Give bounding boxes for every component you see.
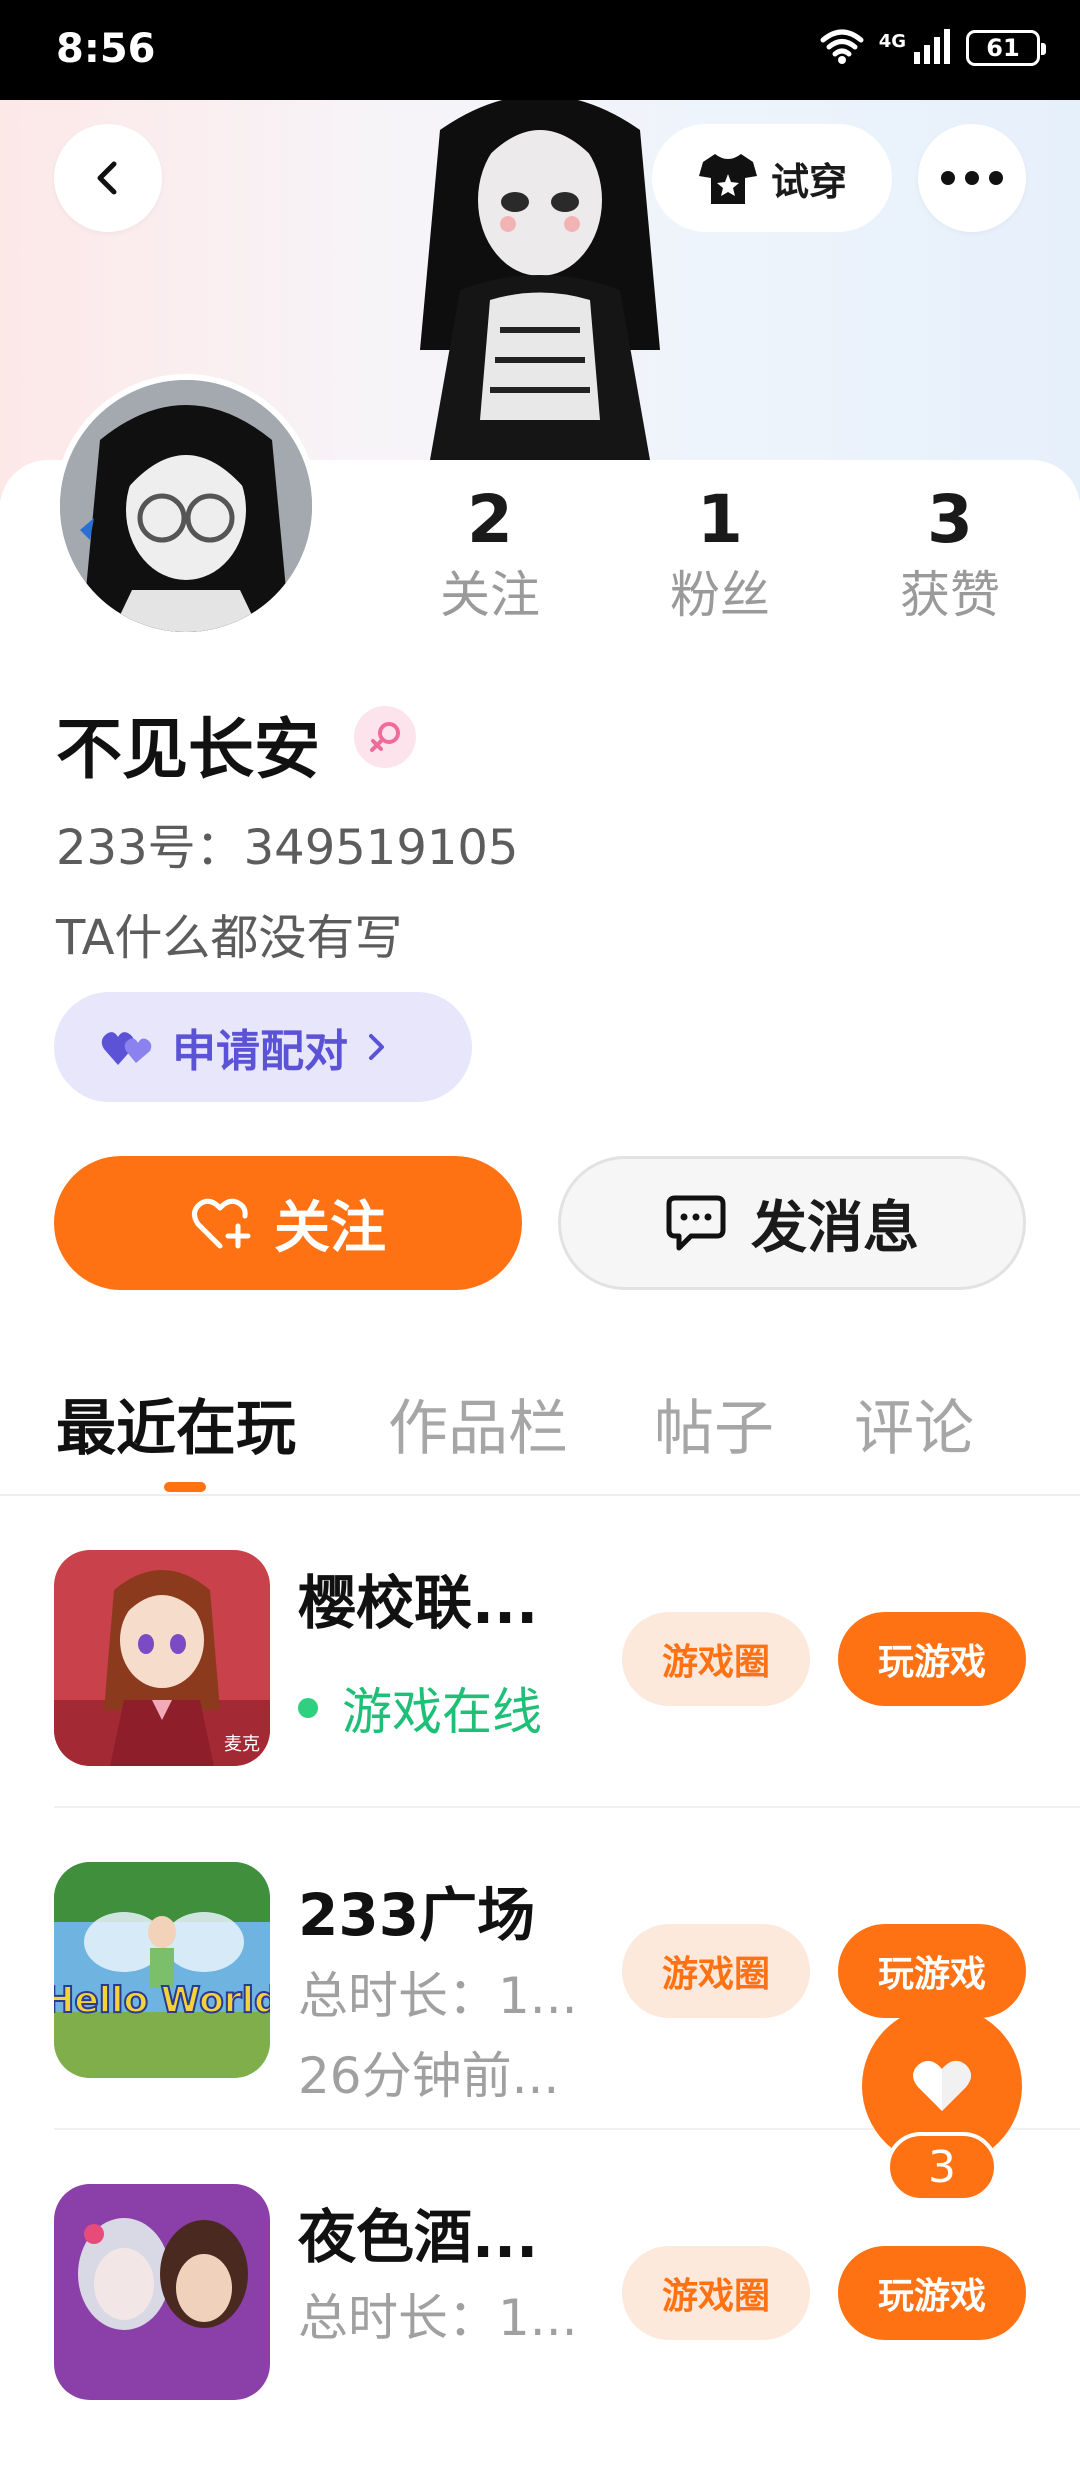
stat-value: 1 [697,481,743,558]
play-duration: 总时长：1... [298,2289,578,2347]
tab-works[interactable]: 作品栏 [388,1380,568,1467]
stat-label: 关注 [440,566,540,624]
battery-icon: 61 [966,30,1046,66]
send-message-button[interactable]: 发消息 [558,1156,1026,1290]
last-played: 26分钟前... [298,2047,560,2105]
game-title: 233广场 [298,1881,536,1949]
game-icon: 麦克 [54,1550,270,1766]
stat-label: 粉丝 [670,566,770,624]
online-status: 游戏在线 [298,1672,542,1744]
request-pair-label: 申请配对 [172,1026,348,1077]
game-title: 夜色酒... [298,2203,539,2271]
stat-label: 获赞 [900,566,1000,624]
list-item[interactable]: 麦克 樱校联... 游戏在线 游戏圈 玩游戏 [0,1550,1080,1850]
row-divider [54,1806,1080,1808]
try-on-button[interactable]: 试穿 [652,124,892,232]
chevron-left-icon [97,161,117,195]
online-status-text: 游戏在线 [342,1683,542,1741]
status-time: 8:56 [56,26,156,72]
tab-indicator [164,1482,206,1492]
avatar-3d-figure [420,100,660,460]
tab-recent[interactable]: 最近在玩 [56,1380,296,1467]
profile-bio: TA什么都没有写 [56,910,403,966]
female-gender-icon [354,706,416,768]
chat-bubble-icon [666,1195,726,1251]
status-bar: 8:56 4G 61 [0,0,1080,100]
try-on-label: 试穿 [770,159,847,204]
stat-following[interactable]: 2 关注 [390,480,590,630]
wifi-icon [819,28,865,68]
tab-comments[interactable]: 评论 [854,1380,974,1467]
tabs-divider [0,1494,1080,1496]
stat-value: 3 [927,481,973,558]
signal-icon [912,28,952,68]
play-game-button[interactable]: 玩游戏 [838,2246,1026,2340]
follow-button[interactable]: 关注 [54,1156,522,1290]
game-icon [54,2184,270,2400]
tab-posts[interactable]: 帖子 [654,1380,774,1467]
heart-plus-icon [192,1198,251,1249]
game-icon: Hello World [54,1862,270,2078]
network-type: 4G [878,30,906,52]
user-id: 233号：349519105 [56,820,519,876]
battery-level: 61 [986,34,1020,62]
game-icon-text: Hello World [54,1980,270,2021]
game-title: 樱校联... [298,1569,539,1637]
game-circle-button[interactable]: 游戏圈 [622,1612,810,1706]
avatar[interactable] [54,374,318,638]
system-icons: 4G 61 [819,28,1046,68]
back-button[interactable] [54,124,162,232]
play-duration: 总时长：1... [298,1967,578,2025]
online-dot-icon [298,1698,318,1718]
play-game-button[interactable]: 玩游戏 [838,1612,1026,1706]
list-item[interactable]: 夜色酒... 总时长：1... 游戏圈 玩游戏 [0,2184,1080,2484]
more-dots-icon [941,171,1003,185]
game-icon-text: 麦克 [224,1734,260,1755]
follow-label: 关注 [274,1195,386,1261]
profile-tabs: 最近在玩 作品栏 帖子 评论 [0,1380,1080,1490]
game-circle-button[interactable]: 游戏圈 [622,1924,810,2018]
double-heart-icon [101,1032,152,1065]
stat-likes[interactable]: 3 获赞 [850,480,1050,630]
stat-followers[interactable]: 1 粉丝 [620,480,820,630]
request-pair-button[interactable]: 申请配对 [54,992,472,1102]
more-button[interactable] [918,124,1026,232]
stat-value: 2 [467,481,513,558]
game-circle-button[interactable]: 游戏圈 [622,2246,810,2340]
heart-icon [913,2060,971,2111]
chevron-right-icon [369,1034,384,1060]
tshirt-icon [698,154,757,204]
avatar-image [60,380,312,632]
profile-name: 不见长安 [56,711,320,788]
like-count-badge: 3 [886,2132,998,2202]
play-game-button[interactable]: 玩游戏 [838,1924,1026,2018]
send-message-label: 发消息 [751,1195,919,1261]
